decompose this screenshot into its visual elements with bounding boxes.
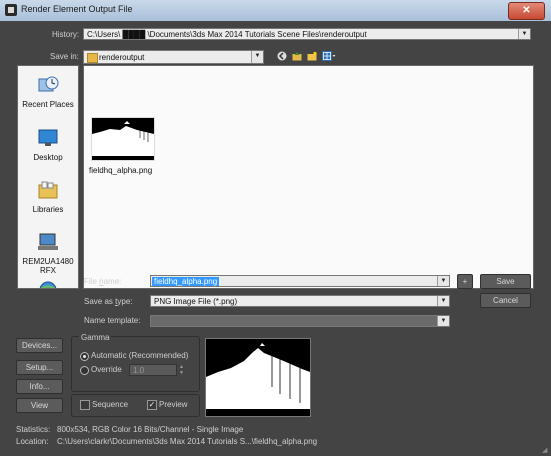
location-value: C:\Users\clarkr\Documents\3ds Max 2014 T…	[57, 437, 318, 446]
devices-button[interactable]: Devices...	[16, 338, 63, 353]
save-as-type-label: Save as type:	[84, 297, 133, 306]
history-dropdown[interactable]: C:\Users\ ████ \Documents\3ds Max 2014 T…	[83, 28, 531, 40]
sequence-label: Sequence	[92, 400, 129, 409]
chevron-down-icon[interactable]: ▼	[251, 51, 263, 63]
save-button[interactable]: Save	[480, 274, 531, 289]
save-in-value: renderoutput	[99, 53, 145, 62]
recent-places-icon	[38, 76, 59, 92]
preview-label: Preview	[159, 400, 188, 409]
place-label: Recent Places	[22, 100, 74, 109]
place-label: REM2UA1480RFX	[22, 257, 74, 275]
gamma-title: Gamma	[79, 333, 112, 342]
place-recent-places[interactable]: Recent Places	[18, 75, 78, 109]
gamma-automatic-radio[interactable]	[80, 352, 89, 361]
chevron-down-icon[interactable]: ▼	[437, 316, 449, 326]
place-computer[interactable]: REM2UA1480RFX	[18, 232, 78, 275]
setup-button[interactable]: Setup...	[16, 360, 63, 375]
gamma-override-radio[interactable]	[80, 366, 89, 375]
window-title: Render Element Output File	[21, 4, 133, 14]
gamma-override-label: Override	[91, 365, 122, 374]
name-template-label: Name template:	[84, 316, 141, 325]
chevron-down-icon[interactable]: ▼	[437, 296, 449, 306]
up-folder-icon[interactable]	[292, 51, 302, 61]
save-in-label: Save in:	[50, 52, 79, 61]
gamma-override-input[interactable]: 1.0	[129, 364, 177, 376]
place-label: Desktop	[33, 153, 63, 162]
new-folder-icon[interactable]	[307, 51, 317, 61]
view-button[interactable]: View	[16, 398, 63, 413]
back-icon[interactable]	[277, 51, 287, 61]
file-name-value: fieldhq_alpha.png	[152, 277, 220, 286]
place-network[interactable]	[18, 280, 78, 288]
save-as-type-dropdown[interactable]: PNG Image File (*.png) ▼	[150, 295, 450, 307]
save-in-dropdown[interactable]: renderoutput ▼	[83, 50, 264, 64]
gamma-group: Gamma Automatic (Recommended) Override 1…	[71, 333, 200, 392]
cancel-button[interactable]: Cancel	[480, 293, 531, 308]
name-template-dropdown[interactable]: ▼	[150, 315, 450, 327]
places-bar: Recent Places Desktop Libraries REM2UA14…	[17, 65, 79, 289]
info-button[interactable]: Info...	[16, 379, 63, 394]
file-name-label: File name:	[84, 277, 122, 286]
history-label: History:	[52, 30, 80, 39]
preview-image	[205, 338, 311, 417]
place-label: Libraries	[32, 205, 64, 214]
file-thumbnail	[91, 117, 155, 161]
resize-grip-icon[interactable]: ◢	[542, 447, 550, 455]
history-value: C:\Users\ ████ \Documents\3ds Max 2014 T…	[87, 30, 367, 39]
gamma-automatic-label: Automatic (Recommended)	[91, 351, 189, 360]
chevron-down-icon[interactable]: ▼	[437, 276, 449, 286]
add-button[interactable]: +	[457, 274, 473, 289]
save-as-type-value: PNG Image File (*.png)	[154, 297, 238, 306]
chevron-down-icon[interactable]: ▼	[518, 29, 530, 39]
folder-icon	[87, 53, 98, 63]
computer-icon	[38, 233, 58, 250]
dialog-body: History: C:\Users\ ████ \Documents\3ds M…	[0, 21, 551, 456]
preview-checkbox[interactable]: ✓	[147, 400, 157, 410]
file-name-label: fieldhq_alpha.png	[89, 166, 153, 175]
file-list[interactable]: fieldhq_alpha.png	[83, 65, 534, 289]
options-group: Sequence ✓ Preview	[71, 394, 200, 417]
statistics-value: 800x534, RGB Color 16 Bits/Channel - Sin…	[57, 425, 244, 434]
libraries-icon	[38, 181, 58, 199]
file-name-input[interactable]: fieldhq_alpha.png ▼	[150, 275, 450, 287]
close-button[interactable]: ✕	[508, 2, 545, 20]
app-icon	[5, 4, 17, 16]
place-libraries[interactable]: Libraries	[18, 180, 78, 214]
sequence-checkbox[interactable]	[80, 400, 90, 410]
title-bar: Render Element Output File ✕	[0, 0, 551, 22]
spinner-icon[interactable]: ▲ ▼	[178, 364, 185, 376]
statistics-label: Statistics:	[16, 425, 51, 434]
network-icon	[39, 281, 57, 288]
view-menu-icon[interactable]	[322, 51, 336, 61]
desktop-icon	[38, 129, 58, 146]
location-label: Location:	[16, 437, 49, 446]
place-desktop[interactable]: Desktop	[18, 128, 78, 162]
